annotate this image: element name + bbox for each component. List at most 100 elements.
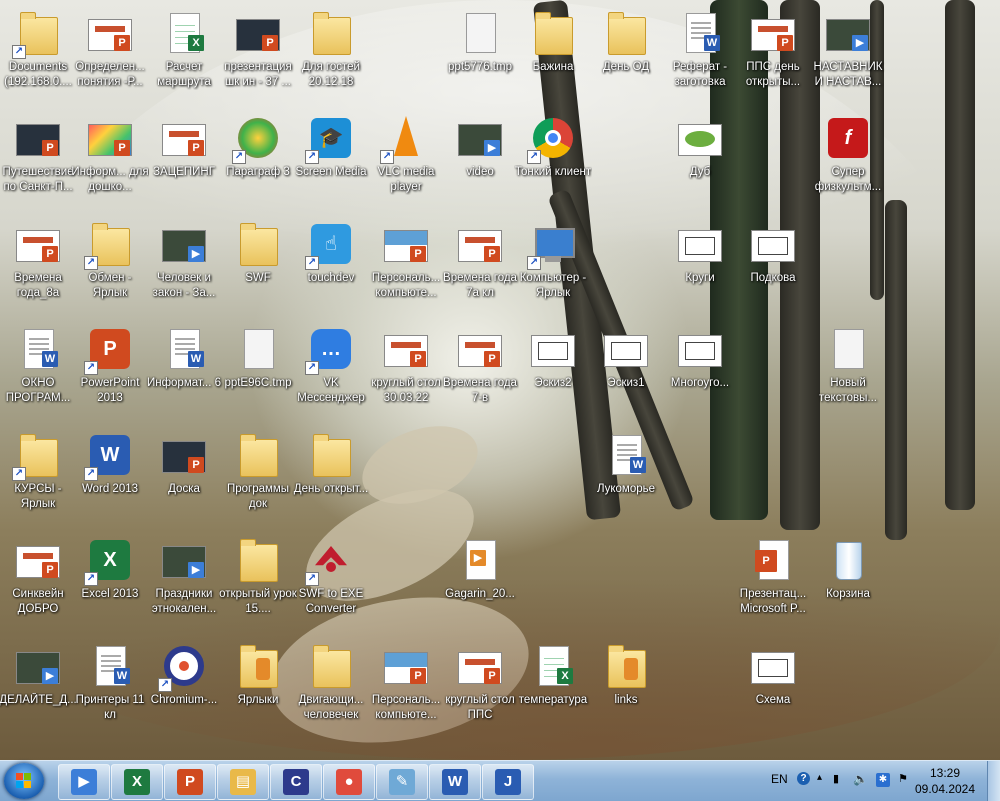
- show-hidden-icons-icon[interactable]: ▴: [817, 772, 822, 783]
- desktop-icon-gagarin-20[interactable]: ▶ Gagarin_20...: [442, 532, 518, 636]
- touchdev-icon: J: [495, 769, 521, 795]
- desktop-icon-времена-года-7-в[interactable]: P Времена года 7-в: [442, 321, 518, 425]
- start-button[interactable]: [4, 763, 44, 799]
- bluetooth-icon[interactable]: ✱: [876, 773, 890, 787]
- desktop-icon-схема[interactable]: Схема: [735, 638, 811, 742]
- desktop-icon-обмен-ярлык[interactable]: ↗ Обмен - Ярлык: [72, 216, 148, 320]
- desktop-icon-vlc-media-player[interactable]: ↗ VLC media player: [368, 110, 444, 214]
- desktop-icon-окно-програм[interactable]: W ОКНО ПРОГРАМ...: [0, 321, 76, 425]
- desktop-icon-ppte96c-tmp[interactable]: pptE96C.tmp: [220, 321, 296, 425]
- desktop-icon-label: Обмен - Ярлык: [88, 272, 132, 299]
- desktop-icon-день-открыт[interactable]: День открыт...: [293, 427, 369, 531]
- desktop-icon-эскиз2[interactable]: Эскиз2: [515, 321, 591, 425]
- desktop-icon-chromium[interactable]: ↗ Chromium-...: [146, 638, 222, 742]
- desktop-icon-label: Для гостей 20.12.18: [302, 61, 360, 88]
- ppt-icon: P: [86, 9, 134, 57]
- desktop-icon-label: Компьютер - Ярлык: [519, 272, 587, 299]
- taskbar-button-chromium[interactable]: C: [270, 764, 322, 800]
- desktop-icon-documents-192-168-0[interactable]: ↗ Documents (192.168.0....: [0, 5, 76, 109]
- desktop-icon-label: Информат... 6: [146, 377, 222, 389]
- desktop-icon-открытый-урок-15[interactable]: открытый урок 15....: [219, 532, 297, 636]
- desktop-icon-label: Лукоморье: [596, 483, 656, 495]
- desktop-icon-реферат-заготовка[interactable]: W Реферат - заготовка: [662, 5, 738, 109]
- desktop-icon-персональ-компьюте[interactable]: P Персональ... компьюте...: [368, 638, 444, 742]
- desktop-icon-информат-6[interactable]: W Информат... 6: [146, 321, 222, 425]
- image-icon: [749, 220, 797, 268]
- chromium-icon: C: [283, 769, 309, 795]
- desktop-icon-делайте-д[interactable]: ▶ ДЕЛАЙТЕ_Д...: [0, 638, 77, 742]
- desktop-icon-принтеры-11-кл[interactable]: W Принтеры 11 кл: [72, 638, 148, 742]
- language-indicator[interactable]: EN: [771, 772, 788, 786]
- desktop-icon-label: links: [614, 694, 638, 706]
- desktop-icon-тонкий-клиент[interactable]: ↗ Тонкий клиент: [515, 110, 591, 214]
- desktop-icon-круглый-стол-30-03-22[interactable]: Pкруглый стол 30.03.22: [368, 321, 444, 425]
- desktop-icon-синквейн-добро[interactable]: P Синквейн ДОБРО: [0, 532, 76, 636]
- action-center-icon[interactable]: ⚑: [898, 772, 908, 785]
- desktop-icon-для-гостей-20-12-18[interactable]: Для гостей 20.12.18: [293, 5, 369, 109]
- desktop-icon-label: SWF to EXE Converter: [298, 588, 364, 615]
- desktop-icon-excel-2013[interactable]: X ↗ Excel 2013: [72, 532, 148, 636]
- desktop-icon-word-2013[interactable]: W ↗ Word 2013: [72, 427, 148, 531]
- desktop-icon-screen-media[interactable]: 🎓 ↗ Screen Media: [293, 110, 369, 214]
- desktop-icon-touchdev[interactable]: ☝ ↗ touchdev: [293, 216, 369, 320]
- show-desktop-button[interactable]: [987, 761, 1000, 801]
- desktop-icon-дуб[interactable]: Дуб: [662, 110, 738, 214]
- desktop-icon-информ-для-дошко[interactable]: P Информ... для дошко...: [71, 110, 149, 214]
- desktop-icon-swf-to-exe-converter[interactable]: ↗ SWF to EXE Converter: [293, 532, 369, 636]
- desktop-icon-двигающи-человечек[interactable]: Двигающи... человечек: [293, 638, 369, 742]
- desktop-icon-наставник-и-настав[interactable]: ▶ НАСТАВНИК И НАСТАВ...: [810, 5, 886, 109]
- desktop-icon-персональ-компьюте[interactable]: P Персональ... компьюте...: [368, 216, 444, 320]
- clock[interactable]: 13:29 09.04.2024: [910, 765, 980, 797]
- desktop-icon-зацепинг[interactable]: P ЗАЦЕПИНГ: [146, 110, 222, 214]
- desktop-icon-курсы-ярлык[interactable]: ↗ КУРСЫ - Ярлык: [0, 427, 76, 531]
- volume-icon[interactable]: 🔈: [853, 772, 868, 786]
- taskbar-button-media[interactable]: ▶: [58, 764, 110, 800]
- network-icon[interactable]: ▮: [833, 772, 839, 785]
- desktop-icon-label: Screen Media: [295, 166, 367, 178]
- desktop-icon-ярлыки[interactable]: Ярлыки: [220, 638, 296, 742]
- desktop-icon-супер-физкультм[interactable]: f Супер физкультм...: [810, 110, 886, 214]
- taskbar-button-touchdev[interactable]: J: [482, 764, 534, 800]
- desktop-icon-ппс-день-открыты[interactable]: P ППС день открыты...: [735, 5, 811, 109]
- desktop[interactable]: ↗ Documents (192.168.0.... P Определен... п…: [0, 0, 1000, 760]
- desktop-icon-корзина[interactable]: Корзина: [810, 532, 886, 636]
- desktop-icon-презентац-microsoft-p[interactable]: P Презентац... Microsoft P...: [735, 532, 811, 636]
- desktop-icon-определен-понятия-р[interactable]: P Определен... понятия -Р...: [72, 5, 148, 109]
- desktop-icon-путешествие-по-санкт-п[interactable]: P Путешествие по Санкт-П...: [0, 110, 76, 214]
- desktop-icon-links[interactable]: links: [588, 638, 664, 742]
- desktop-icon-праздники-этнокален[interactable]: ▶ Праздники этнокален...: [146, 532, 222, 636]
- xls-icon: X: [529, 642, 577, 690]
- desktop-icon-эскиз1[interactable]: Эскиз1: [588, 321, 664, 425]
- taskbar-button-explorer[interactable]: ▤: [217, 764, 269, 800]
- help-icon[interactable]: ?: [797, 772, 810, 785]
- desktop-icon-ppt5776-tmp[interactable]: ppt5776.tmp: [442, 5, 518, 109]
- desktop-icon-температура[interactable]: Xтемпература: [515, 638, 591, 742]
- desktop-icon-бажина[interactable]: Бажина: [515, 5, 591, 109]
- desktop-icon-круги[interactable]: Круги: [662, 216, 738, 320]
- desktop-icon-многоуго[interactable]: Многоуго...: [662, 321, 738, 425]
- desktop-icon-программы-док[interactable]: Программы док: [220, 427, 296, 531]
- desktop-icon-времена-года-7а-кл[interactable]: P Времена года 7а кл: [442, 216, 518, 320]
- desktop-icon-компьютер-ярлык[interactable]: ↗ Компьютер - Ярлык: [515, 216, 591, 320]
- taskbar-button-chrome[interactable]: ●: [323, 764, 375, 800]
- desktop-icon-лукоморье[interactable]: W Лукоморье: [588, 427, 664, 531]
- taskbar-button-notepad[interactable]: ✎: [376, 764, 428, 800]
- desktop-icon-доска[interactable]: P Доска: [146, 427, 222, 531]
- desktop-icon-swf[interactable]: SWF: [220, 216, 296, 320]
- desktop-icon-video[interactable]: ▶ video: [442, 110, 518, 214]
- word-icon: W: [14, 325, 62, 373]
- desktop-icon-новый-текстовы[interactable]: Новый текстовы...: [810, 321, 886, 425]
- desktop-icon-круглый-стол-ппс[interactable]: Pкруглый стол ППС: [442, 638, 518, 742]
- desktop-icon-powerpoint-2013[interactable]: P ↗ PowerPoint 2013: [72, 321, 148, 425]
- desktop-icon-vk-мессенджер[interactable]: … ↗ VK Мессенджер: [293, 321, 369, 425]
- desktop-icon-времена-года-8а[interactable]: P Времена года_8а: [0, 216, 76, 320]
- desktop-icon-человек-и-закон-за[interactable]: ▶ Человек и закон - За...: [146, 216, 222, 320]
- desktop-icon-презентация-шк-ин-37[interactable]: Pпрезентация шк ин - 37 ...: [220, 5, 296, 109]
- desktop-icon-день-од[interactable]: День ОД: [588, 5, 664, 109]
- desktop-icon-подкова[interactable]: Подкова: [735, 216, 811, 320]
- desktop-icon-параграф-3[interactable]: ↗ Параграф 3: [220, 110, 296, 214]
- desktop-icon-расчет-маршрута[interactable]: X Расчет маршрута: [146, 5, 222, 109]
- taskbar-button-word[interactable]: W: [429, 764, 481, 800]
- taskbar-button-excel[interactable]: X: [111, 764, 163, 800]
- taskbar-button-powerpoint[interactable]: P: [164, 764, 216, 800]
